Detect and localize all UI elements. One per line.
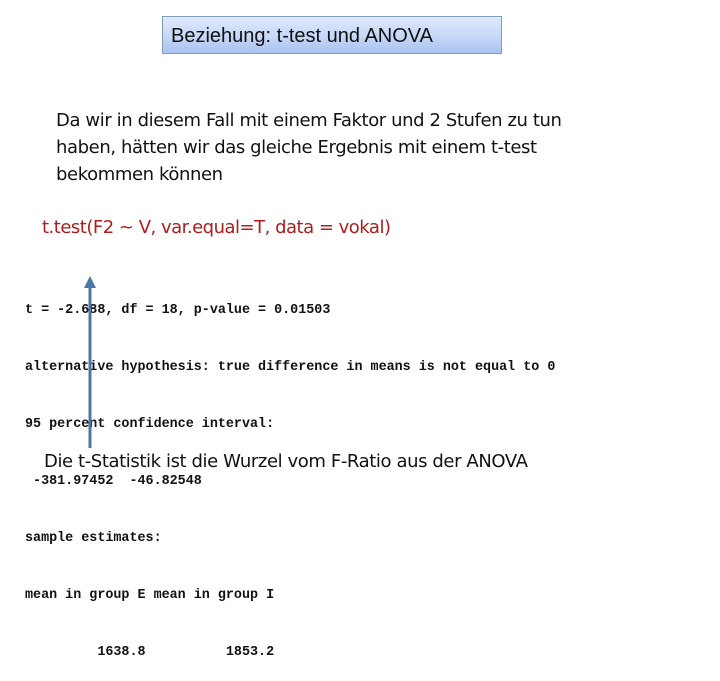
slide-title: Beziehung: t-test und ANOVA xyxy=(162,16,502,54)
r-output: t = -2.688, df = 18, p-value = 0.01503 a… xyxy=(25,263,555,681)
r-output-line: t = -2.688, df = 18, p-value = 0.01503 xyxy=(25,303,331,318)
r-command: t.test(F2 ~ V, var.equal=T, data = vokal… xyxy=(42,217,391,238)
r-output-line: -381.97452 -46.82548 xyxy=(25,474,202,489)
r-output-line: 95 percent confidence interval: xyxy=(25,417,275,432)
r-output-line: sample estimates: xyxy=(25,531,162,546)
intro-line: haben, hätten wir das gleiche Ergebnis m… xyxy=(56,137,537,158)
r-output-line: 1638.8 1853.2 xyxy=(25,645,275,660)
up-arrow-icon xyxy=(84,276,96,448)
intro-line: bekommen können xyxy=(56,164,223,185)
r-output-line: mean in group E mean in group I xyxy=(25,588,275,603)
intro-line: Da wir in diesem Fall mit einem Faktor u… xyxy=(56,110,562,131)
footer-note: Die t-Statistik ist die Wurzel vom F-Rat… xyxy=(44,451,528,472)
r-output-line: alternative hypothesis: true difference … xyxy=(25,360,556,375)
intro-paragraph: Da wir in diesem Fall mit einem Faktor u… xyxy=(56,107,676,188)
